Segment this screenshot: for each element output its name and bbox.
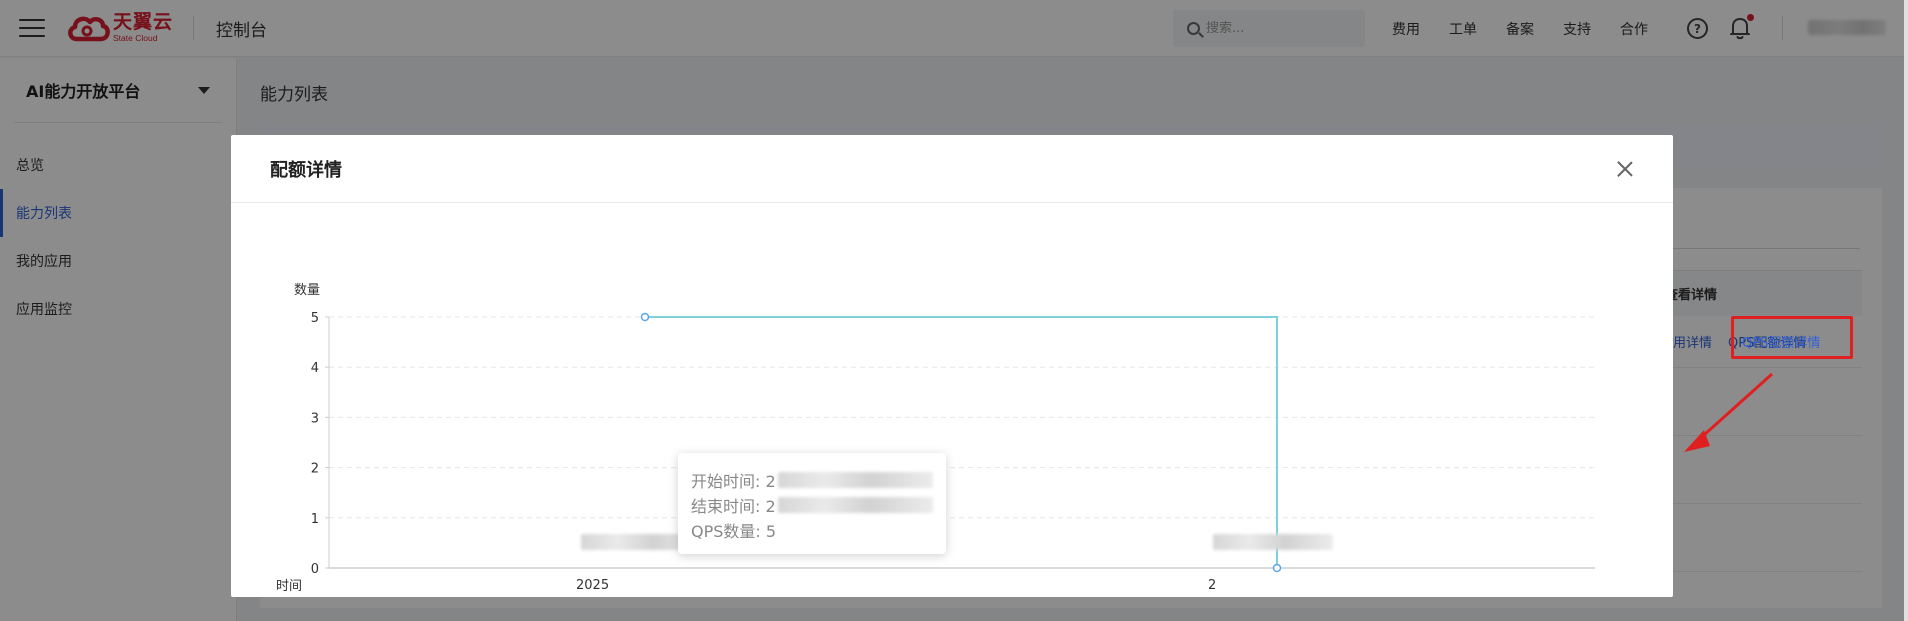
x-axis-label: 时间 [276,579,302,594]
y-tick-label: 5 [311,311,319,326]
y-tick-label: 3 [311,411,319,426]
chart-tooltip: 开始时间: 2 结束时间: 2 QPS数量: 5 [678,453,946,554]
tooltip-end-value-blurred [777,496,933,513]
x-tick-label: 2025 [576,578,609,593]
qps-quota-detail-link-highlighted[interactable]: QPS配额详情 [1742,332,1820,351]
modal-header: 配额详情 [231,135,1673,203]
tooltip-qps-count: QPS数量: 5 [691,521,777,541]
y-tick-label: 1 [311,512,319,527]
y-tick-label: 2 [311,462,319,477]
x-tick-label: 2 [1208,578,1216,593]
y-tick-label: 0 [311,562,319,577]
quota-chart: 0 1 2 3 4 5 数量时间 2025 2 开始时间: 2 结束时间: 2 QPS数量: 5 [231,204,1673,597]
modal-title: 配额详情 [270,159,342,181]
red-arrow-icon [1684,372,1774,452]
data-point [1272,563,1282,573]
y-axis-label: 数量 [294,283,320,298]
quota-detail-modal: 配额详情 0 1 2 3 4 5 数量时间 2025 2 开始时间: 2 结束时间: 2 QPS… [231,135,1673,597]
tooltip-start-value-blurred [777,471,933,488]
close-icon[interactable] [1617,161,1633,177]
data-point [640,312,650,322]
chart-svg: 0 1 2 3 4 5 数量时间 2025 2 [276,283,1595,594]
y-tick-label: 4 [311,361,319,376]
page-scrollbar[interactable] [1904,0,1908,621]
tooltip-end-time: 结束时间: 2 [691,496,776,516]
tooltip-start-time: 开始时间: 2 [691,471,776,491]
x-tick-label-blurred-2 [1213,534,1333,550]
